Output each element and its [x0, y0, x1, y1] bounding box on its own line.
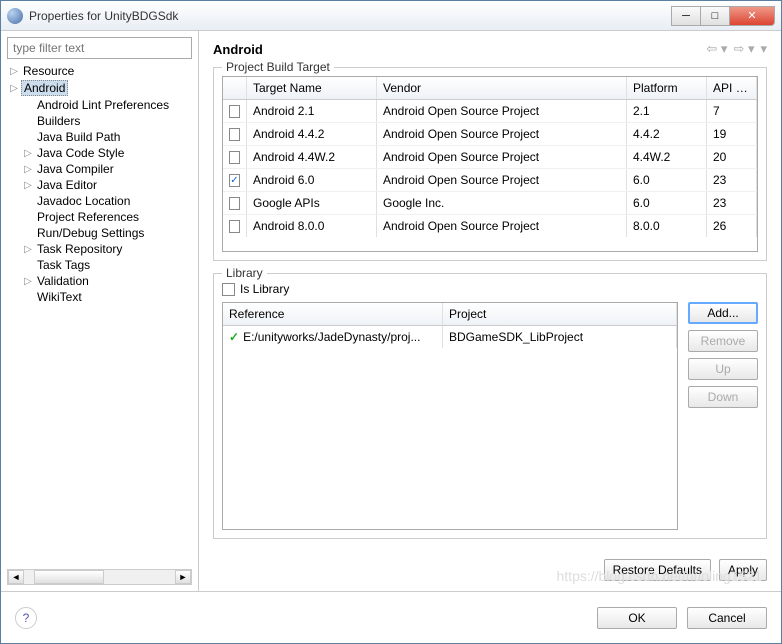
expand-icon[interactable]: ▷ [21, 164, 35, 175]
up-button[interactable]: Up [688, 358, 758, 380]
minimize-button[interactable]: ─ [671, 6, 701, 26]
col-reference[interactable]: Reference [223, 303, 443, 325]
forward-icon[interactable]: ⇨ ▾ [733, 41, 754, 57]
scroll-thumb[interactable] [34, 570, 104, 584]
table-row[interactable]: Android 4.4.2Android Open Source Project… [223, 123, 757, 146]
help-icon[interactable]: ? [15, 607, 37, 629]
down-button[interactable]: Down [688, 386, 758, 408]
target-checkbox[interactable] [229, 151, 240, 164]
tree-item-project-references[interactable]: Project References [7, 209, 192, 225]
tree-item-android[interactable]: ▷Android [7, 79, 192, 97]
tree-item-java-editor[interactable]: ▷Java Editor [7, 177, 192, 193]
tree-item-run-debug-settings[interactable]: Run/Debug Settings [7, 225, 192, 241]
expand-icon[interactable]: ▷ [21, 244, 35, 255]
tree-item-javadoc-location[interactable]: Javadoc Location [7, 193, 192, 209]
tree-item-label: Project References [35, 210, 141, 224]
tree-item-wikitext[interactable]: WikiText [7, 289, 192, 305]
expand-icon[interactable]: ▷ [21, 148, 35, 159]
is-library-checkbox[interactable] [222, 283, 235, 296]
apply-button[interactable]: Apply [719, 559, 767, 581]
expand-icon[interactable]: ▷ [7, 66, 21, 77]
tree-item-label: Resource [21, 64, 76, 78]
tree-item-label: Java Build Path [35, 130, 122, 144]
tree-item-task-tags[interactable]: Task Tags [7, 257, 192, 273]
expand-icon[interactable]: ▷ [21, 180, 35, 191]
tree-item-label: Builders [35, 114, 82, 128]
tree-item-label: Android Lint Preferences [35, 98, 171, 112]
main-panel: Android ⇦ ▾ ⇨ ▾ ▾ Project Build Target T… [199, 31, 781, 591]
tree-item-resource[interactable]: ▷Resource [7, 63, 192, 79]
tree-item-label: Validation [35, 274, 91, 288]
footer: ? OK Cancel [1, 591, 781, 643]
horizontal-scrollbar[interactable]: ◄ ► [7, 569, 192, 585]
col-project[interactable]: Project [443, 303, 677, 325]
tree-item-label: Task Repository [35, 242, 124, 256]
col-target-name[interactable]: Target Name [247, 77, 377, 99]
tree-item-java-build-path[interactable]: Java Build Path [7, 129, 192, 145]
nav-tree: ▷Resource▷AndroidAndroid Lint Preference… [7, 63, 192, 567]
library-table: Reference Project ✓ E:/unityworks/JadeDy… [222, 302, 678, 530]
restore-defaults-button[interactable]: Restore Defaults [604, 559, 711, 581]
tree-item-label: Android [21, 80, 68, 96]
back-icon[interactable]: ⇦ ▾ [706, 41, 727, 57]
menu-icon[interactable]: ▾ [760, 41, 767, 57]
build-target-group: Project Build Target Target Name Vendor … [213, 67, 767, 261]
cancel-button[interactable]: Cancel [687, 607, 767, 629]
tree-item-java-code-style[interactable]: ▷Java Code Style [7, 145, 192, 161]
ok-button[interactable]: OK [597, 607, 677, 629]
tree-item-label: Javadoc Location [35, 194, 132, 208]
scroll-left-button[interactable]: ◄ [8, 570, 24, 584]
expand-icon[interactable]: ▷ [7, 83, 21, 94]
maximize-button[interactable]: □ [700, 6, 730, 26]
app-icon [7, 8, 23, 24]
target-checkbox[interactable] [229, 197, 240, 210]
tree-item-label: WikiText [35, 290, 84, 304]
build-target-table: Target Name Vendor Platform API L... And… [222, 76, 758, 252]
tree-item-android-lint-preferences[interactable]: Android Lint Preferences [7, 97, 192, 113]
col-platform[interactable]: Platform [627, 77, 707, 99]
sidebar: ▷Resource▷AndroidAndroid Lint Preference… [1, 31, 199, 591]
table-row[interactable]: Android 2.1Android Open Source Project2.… [223, 100, 757, 123]
filter-input[interactable] [7, 37, 192, 59]
scroll-right-button[interactable]: ► [175, 570, 191, 584]
tree-item-java-compiler[interactable]: ▷Java Compiler [7, 161, 192, 177]
target-checkbox[interactable] [229, 128, 240, 141]
tree-item-label: Java Editor [35, 178, 99, 192]
tree-item-builders[interactable]: Builders [7, 113, 192, 129]
tree-item-label: Task Tags [35, 258, 92, 272]
table-row[interactable]: Android 4.4W.2Android Open Source Projec… [223, 146, 757, 169]
target-checkbox[interactable]: ✓ [229, 174, 240, 187]
target-checkbox[interactable] [229, 220, 240, 233]
library-title: Library [222, 266, 267, 280]
expand-icon[interactable]: ▷ [21, 276, 35, 287]
check-icon: ✓ [229, 330, 239, 344]
table-row[interactable]: ✓Android 6.0Android Open Source Project6… [223, 169, 757, 192]
close-button[interactable]: ✕ [729, 6, 775, 26]
table-row[interactable]: ✓ E:/unityworks/JadeDynasty/proj...BDGam… [223, 326, 677, 348]
window-title: Properties for UnityBDGSdk [29, 9, 672, 23]
add-button[interactable]: Add... [688, 302, 758, 324]
tree-item-label: Run/Debug Settings [35, 226, 146, 240]
page-title: Android [213, 42, 700, 57]
target-checkbox[interactable] [229, 105, 240, 118]
is-library-label: Is Library [240, 282, 289, 296]
tree-item-label: Java Compiler [35, 162, 116, 176]
col-vendor[interactable]: Vendor [377, 77, 627, 99]
library-group: Library Is Library Reference Project ✓ E… [213, 273, 767, 539]
table-row[interactable]: Google APIsGoogle Inc.6.023 [223, 192, 757, 215]
tree-item-label: Java Code Style [35, 146, 126, 160]
table-row[interactable]: Android 8.0.0Android Open Source Project… [223, 215, 757, 237]
remove-button[interactable]: Remove [688, 330, 758, 352]
tree-item-validation[interactable]: ▷Validation [7, 273, 192, 289]
col-api[interactable]: API L... [707, 77, 757, 99]
titlebar: Properties for UnityBDGSdk ─ □ ✕ [1, 1, 781, 31]
tree-item-task-repository[interactable]: ▷Task Repository [7, 241, 192, 257]
build-target-title: Project Build Target [222, 60, 334, 74]
